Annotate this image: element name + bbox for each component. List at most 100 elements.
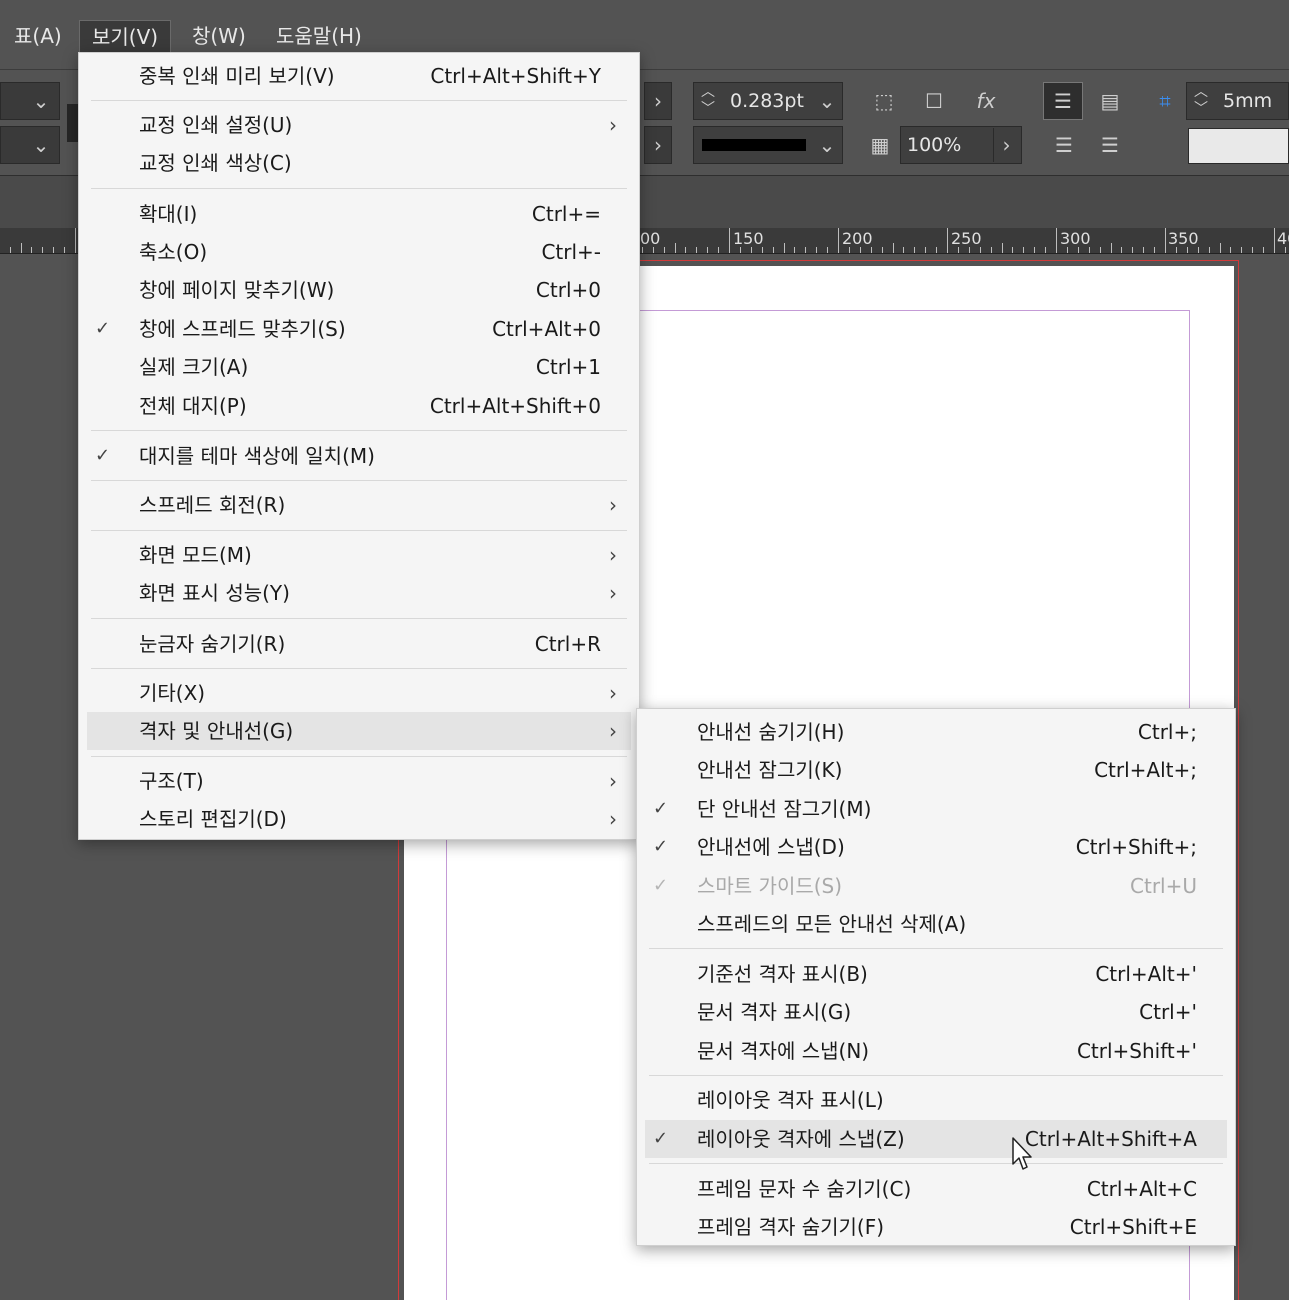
menu-item-match-pasteboard-theme[interactable]: ✓ 대지를 테마 색상에 일치(M) — [79, 437, 639, 475]
auto-fit-icon[interactable]: ⌗ — [1150, 84, 1180, 118]
ruler-tick — [805, 247, 806, 253]
menu-separator — [649, 1163, 1223, 1164]
text-wrap-jump-icon[interactable]: ☰ — [1092, 128, 1128, 162]
checkmark-icon: ✓ — [653, 1128, 669, 1149]
menu-item-hide-guides[interactable]: 안내선 숨기기(H) Ctrl+; — [637, 713, 1235, 751]
ruler-tick — [1002, 243, 1003, 253]
ruler-tick — [53, 247, 54, 253]
menu-item-smart-guides[interactable]: ✓ 스마트 가이드(S) Ctrl+U — [637, 867, 1235, 905]
menu-item-fit-spread[interactable]: ✓ 창에 스프레드 맞추기(S) Ctrl+Alt+0 — [79, 310, 639, 348]
chevron-right-icon: › — [609, 113, 617, 137]
ruler-tick — [1078, 247, 1079, 253]
menu-item-lock-guides[interactable]: 안내선 잠그기(K) Ctrl+Alt+; — [637, 751, 1235, 789]
chevron-right-icon: › — [654, 133, 662, 157]
menu-item-snap-to-layout-grid[interactable]: ✓ 레이아웃 격자에 스냅(Z) Ctrl+Alt+Shift+A — [645, 1120, 1227, 1158]
menu-item-fit-page[interactable]: 창에 페이지 맞추기(W) Ctrl+0 — [79, 271, 639, 309]
checkmark-icon: ✓ — [95, 318, 111, 339]
ruler-tick — [1198, 247, 1199, 253]
menu-item-delete-all-guides[interactable]: 스프레드의 모든 안내선 삭제(A) — [637, 905, 1235, 943]
menu-item-show-document-grid[interactable]: 문서 격자 표시(G) Ctrl+' — [637, 993, 1235, 1031]
chevron-down-icon[interactable]: ⌄ — [814, 84, 840, 118]
menu-item-snap-to-guides[interactable]: ✓ 안내선에 스냅(D) Ctrl+Shift+; — [637, 828, 1235, 866]
menu-item-zoom-out[interactable]: 축소(O) Ctrl+- — [79, 233, 639, 271]
ruler-tick — [1263, 247, 1264, 253]
stroke-weight-field[interactable]: ︿ ﹀ 0.283pt ⌄ — [693, 82, 843, 120]
ruler-tick — [1220, 243, 1221, 253]
menu-item-lock-column-guides[interactable]: ✓ 단 안내선 잠그기(M) — [637, 790, 1235, 828]
ruler-tick — [1012, 247, 1013, 253]
chevron-right-icon: › — [609, 543, 617, 567]
ruler-tick — [838, 228, 839, 253]
stroke-type-swatch — [702, 139, 806, 151]
checkmark-icon: ✓ — [653, 798, 669, 819]
chevron-right-icon[interactable]: › — [993, 128, 1019, 162]
ruler-tick — [1252, 247, 1253, 253]
ruler-tick — [1132, 247, 1133, 253]
menu-item-actual-size[interactable]: 실제 크기(A) Ctrl+1 — [79, 348, 639, 386]
ruler-label: 350 — [1168, 229, 1199, 248]
menu-view[interactable]: 보기(V) — [79, 20, 172, 52]
menu-item-structure[interactable]: 구조(T) › — [79, 762, 639, 800]
reference-dropdown-1[interactable]: ⌄ — [0, 82, 60, 120]
stepper-icon[interactable]: ︿ ﹀ — [1189, 84, 1213, 118]
menu-item-proof-setup[interactable]: 교정 인쇄 설정(U) › — [79, 106, 639, 144]
ruler-tick — [1100, 247, 1101, 253]
menu-item-hide-rulers[interactable]: 눈금자 숨기기(R) Ctrl+R — [79, 625, 639, 663]
frame-fitting-icon[interactable]: ⬚ — [866, 84, 902, 118]
chevron-right-icon: › — [609, 719, 617, 743]
menu-item-display-performance[interactable]: 화면 표시 성능(Y) › — [79, 574, 639, 612]
effects-fx-icon[interactable]: fx — [966, 84, 1006, 118]
ruler-tick — [718, 247, 719, 253]
menu-help[interactable]: 도움말(H) — [264, 20, 374, 52]
ruler-tick — [773, 247, 774, 253]
menu-item-hide-frame-grids[interactable]: 프레임 격자 숨기기(F) Ctrl+Shift+E — [637, 1208, 1235, 1246]
ruler-tick — [685, 247, 686, 253]
chevron-down-icon: ⌄ — [32, 133, 50, 157]
expand-arrow-button-2[interactable]: › — [644, 126, 672, 164]
chevron-right-icon: › — [609, 493, 617, 517]
spacing-field[interactable]: ︿ ﹀ 5mm — [1186, 82, 1289, 120]
menu-item-rotate-spread[interactable]: 스프레드 회전(R) › — [79, 486, 639, 524]
stroke-weight-value: 0.283pt — [730, 90, 804, 112]
ruler-tick — [1165, 228, 1166, 253]
ruler-tick — [893, 243, 894, 253]
menu-table[interactable]: 표(A) — [2, 20, 74, 52]
text-wrap-shape-icon[interactable]: ☰ — [1046, 128, 1082, 162]
menu-window[interactable]: 창(W) — [180, 20, 258, 52]
ruler-tick — [860, 247, 861, 253]
menu-separator — [91, 668, 627, 669]
menu-item-extras[interactable]: 기타(X) › — [79, 674, 639, 712]
drop-shadow-icon[interactable]: ☐ — [916, 84, 952, 118]
ruler-tick — [1285, 247, 1286, 253]
menu-item-screen-mode[interactable]: 화면 모드(M) › — [79, 536, 639, 574]
menu-item-overprint-preview[interactable]: 중복 인쇄 미리 보기(V) Ctrl+Alt+Shift+Y — [79, 57, 639, 95]
menu-item-show-baseline-grid[interactable]: 기준선 격자 표시(B) Ctrl+Alt+' — [637, 955, 1235, 993]
reference-dropdown-2[interactable]: ⌄ — [0, 126, 60, 164]
ruler-tick — [1089, 247, 1090, 253]
text-wrap-none-button[interactable]: ☰ — [1043, 82, 1083, 120]
menu-item-entire-pasteboard[interactable]: 전체 대지(P) Ctrl+Alt+Shift+0 — [79, 387, 639, 425]
menu-item-proof-colors[interactable]: 교정 인쇄 색상(C) — [79, 144, 639, 182]
text-wrap-bounding-icon[interactable]: ▤ — [1092, 84, 1128, 118]
menu-item-show-layout-grid[interactable]: 레이아웃 격자 표시(L) — [637, 1081, 1235, 1119]
ruler-tick — [10, 247, 11, 253]
stroke-type-dropdown[interactable]: ⌄ — [693, 126, 843, 164]
opacity-field[interactable]: 100% › — [900, 126, 1022, 164]
menu-item-grids-guides[interactable]: 격자 및 안내선(G) › — [87, 712, 631, 750]
menu-item-zoom-in[interactable]: 확대(I) Ctrl+= — [79, 195, 639, 233]
chevron-right-icon: › — [654, 89, 662, 113]
ruler-tick — [794, 247, 795, 253]
stepper-icon[interactable]: ︿ ﹀ — [696, 84, 720, 118]
ruler-tick — [784, 243, 785, 253]
menu-item-hide-frame-character-count[interactable]: 프레임 문자 수 숨기기(C) Ctrl+Alt+C — [637, 1170, 1235, 1208]
ruler-tick — [980, 247, 981, 253]
ruler-tick — [696, 247, 697, 253]
mouse-pointer-icon — [1012, 1137, 1032, 1170]
menu-item-story-editor[interactable]: 스토리 편집기(D) › — [79, 800, 639, 838]
view-menu: 중복 인쇄 미리 보기(V) Ctrl+Alt+Shift+Y 교정 인쇄 설정… — [78, 52, 640, 840]
expand-arrow-button[interactable]: › — [644, 82, 672, 120]
ruler-tick — [675, 243, 676, 253]
menu-item-snap-to-document-grid[interactable]: 문서 격자에 스냅(N) Ctrl+Shift+' — [637, 1032, 1235, 1070]
chevron-down-icon: ⌄ — [32, 89, 50, 113]
style-field[interactable] — [1188, 128, 1289, 164]
